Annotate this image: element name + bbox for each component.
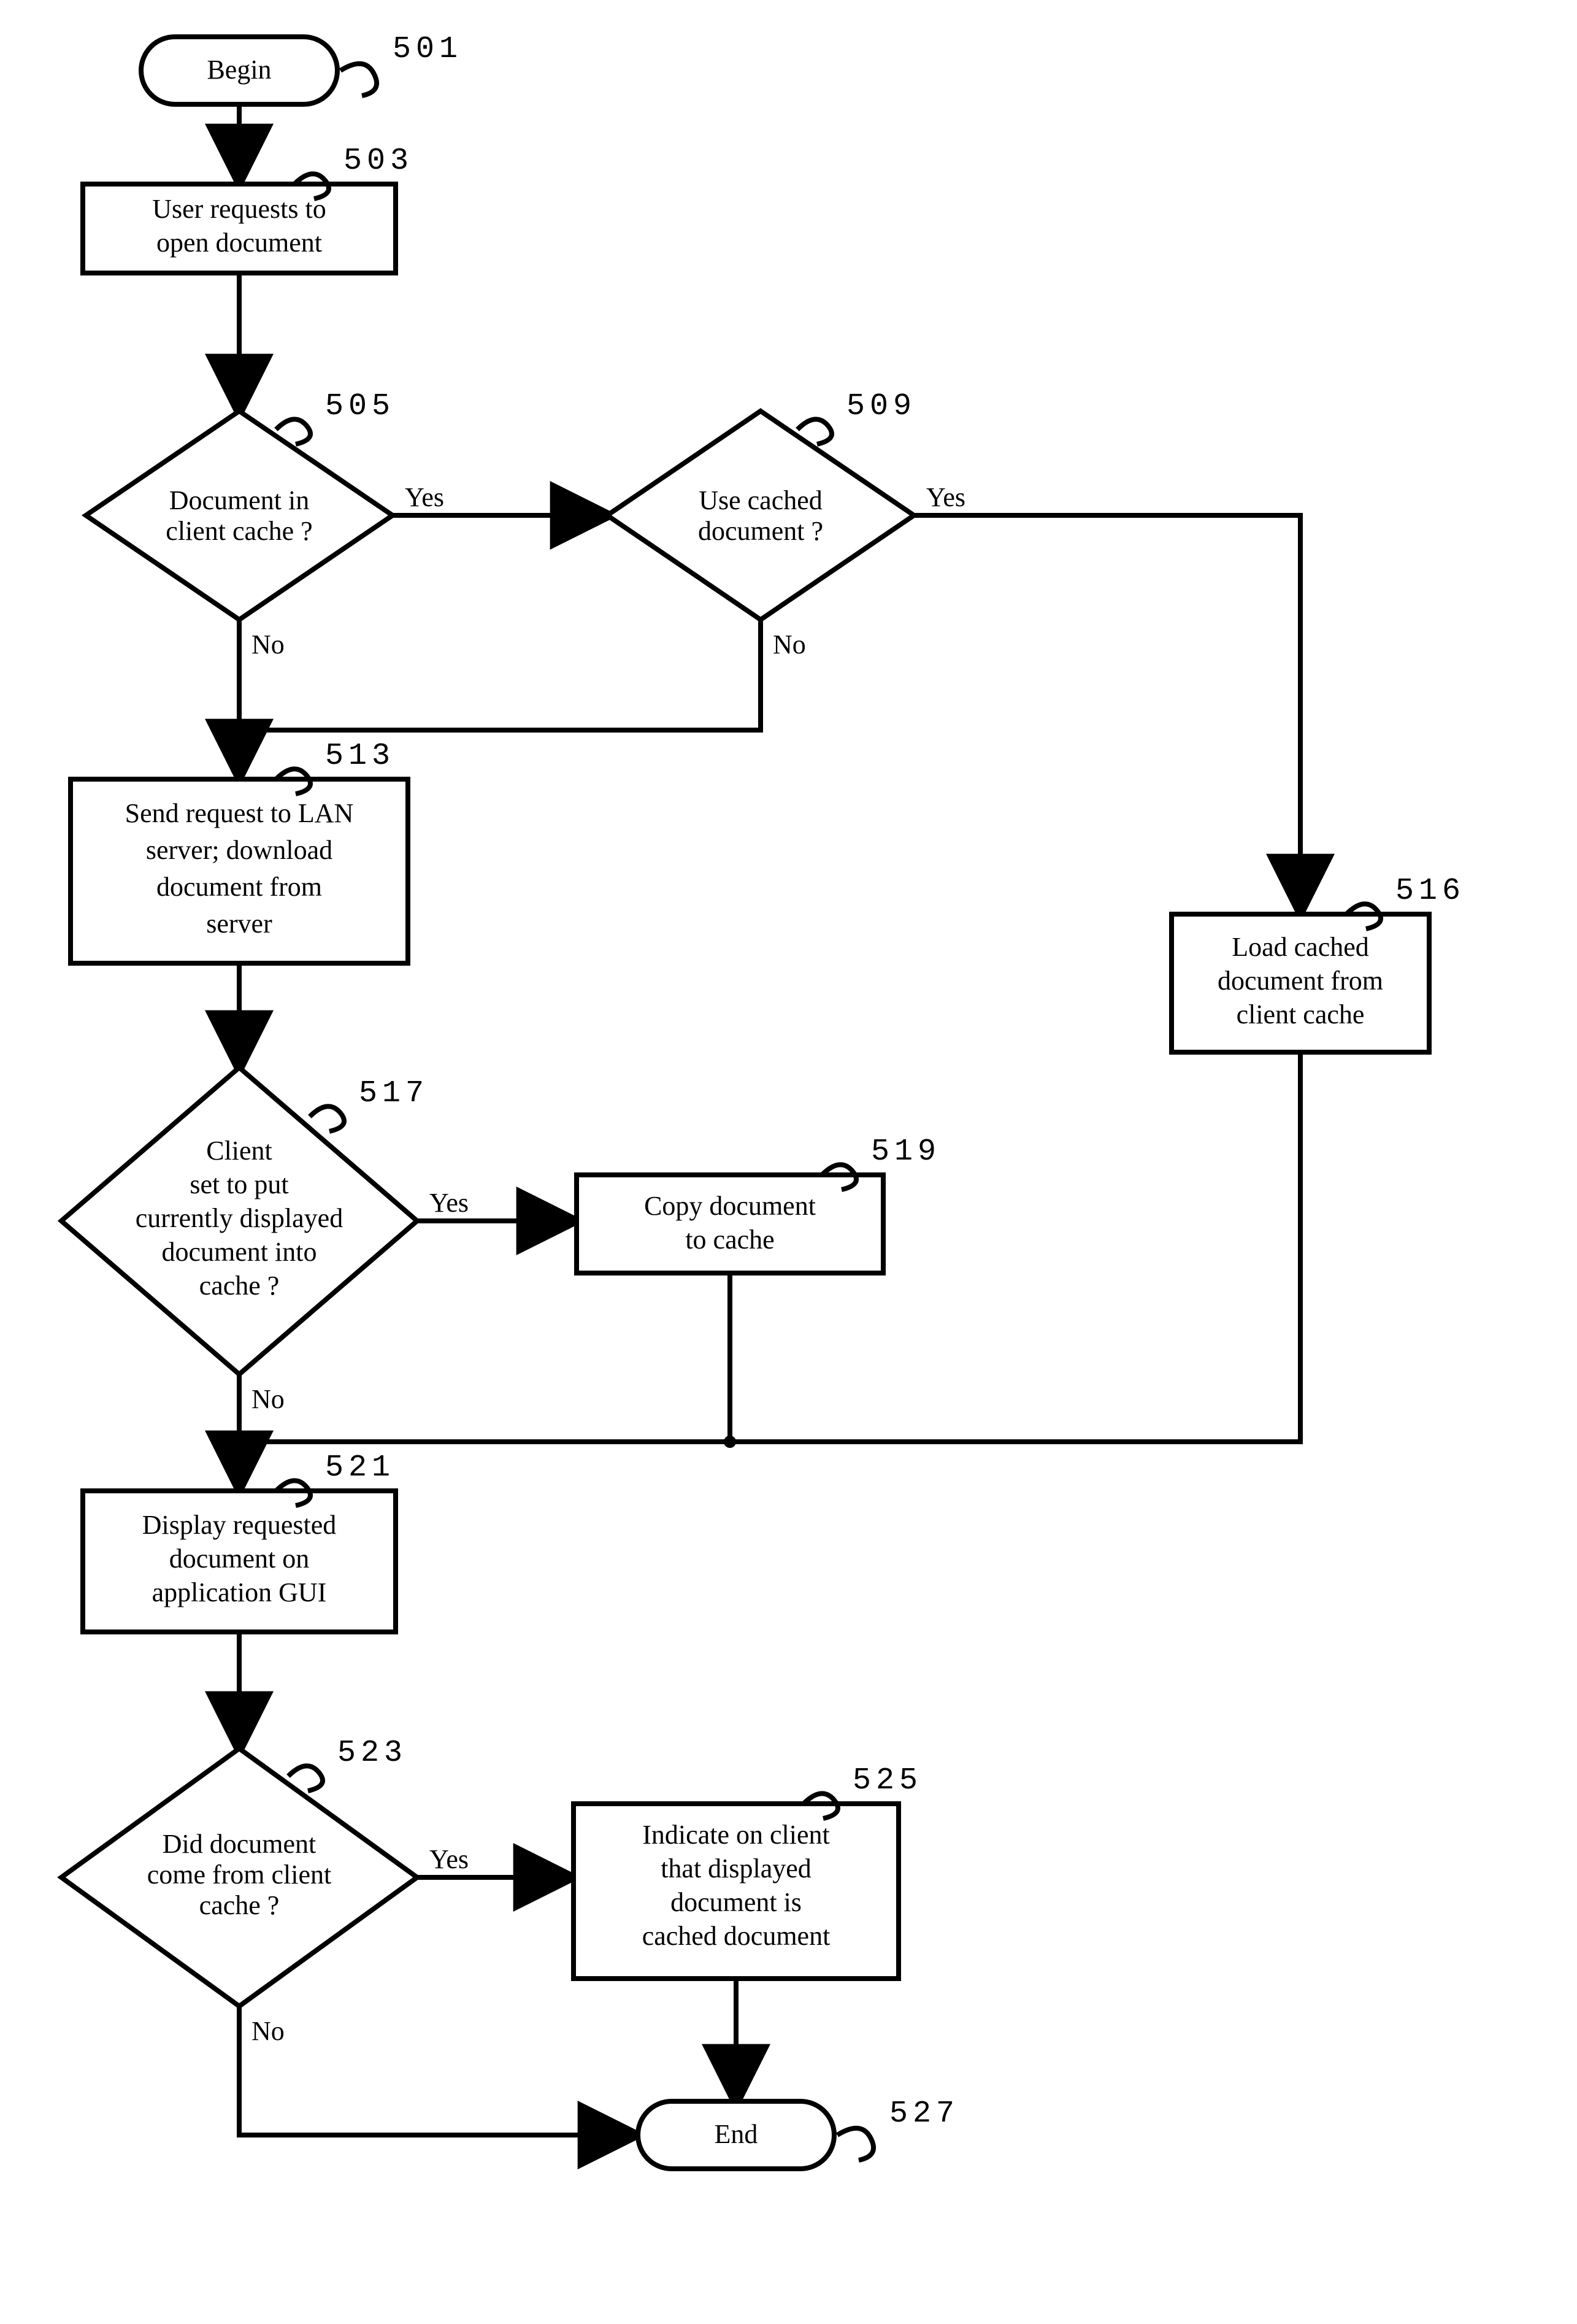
ref-517: 517 bbox=[359, 1076, 429, 1111]
node-begin: Begin bbox=[141, 37, 337, 104]
ref-519: 519 bbox=[871, 1134, 941, 1169]
svg-text:Use cached: Use cached bbox=[699, 485, 823, 515]
svg-text:cache ?: cache ? bbox=[199, 1271, 280, 1301]
svg-text:cache ?: cache ? bbox=[199, 1890, 280, 1920]
svg-text:document from: document from bbox=[1218, 966, 1383, 996]
edge-505-no: No bbox=[251, 629, 285, 660]
svg-text:document into: document into bbox=[162, 1237, 317, 1267]
svg-text:cached document: cached document bbox=[642, 1921, 831, 1951]
svg-text:document ?: document ? bbox=[698, 516, 823, 546]
svg-text:server; download: server; download bbox=[146, 835, 332, 865]
svg-text:server: server bbox=[206, 909, 272, 939]
ref-516: 516 bbox=[1395, 874, 1465, 909]
node-523: Did document come from client cache ? bbox=[61, 1749, 417, 2006]
ref-509: 509 bbox=[846, 389, 916, 424]
node-513: Send request to LAN server; download doc… bbox=[71, 779, 408, 963]
svg-text:client cache ?: client cache ? bbox=[166, 516, 312, 546]
ref-501: 501 bbox=[393, 32, 462, 67]
edge-523-yes: Yes bbox=[429, 1844, 469, 1874]
ref-513: 513 bbox=[325, 739, 395, 774]
node-end: End bbox=[638, 2101, 834, 2169]
svg-text:that displayed: that displayed bbox=[661, 1853, 812, 1883]
ref-503: 503 bbox=[343, 144, 413, 179]
svg-text:to cache: to cache bbox=[685, 1225, 774, 1255]
end-label: End bbox=[715, 2119, 758, 2149]
node-525: Indicate on client that displayed docume… bbox=[574, 1804, 899, 1979]
svg-text:Did document: Did document bbox=[163, 1829, 317, 1859]
svg-text:document is: document is bbox=[670, 1887, 802, 1917]
svg-text:Document in: Document in bbox=[169, 485, 310, 515]
svg-text:come from client: come from client bbox=[147, 1860, 332, 1890]
svg-text:currently displayed: currently displayed bbox=[136, 1203, 343, 1233]
svg-text:Copy document: Copy document bbox=[644, 1191, 816, 1221]
svg-text:Client: Client bbox=[206, 1136, 272, 1166]
node-516: Load cached document from client cache bbox=[1172, 914, 1429, 1052]
svg-text:document from: document from bbox=[156, 872, 322, 902]
node-505: Document in client cache ? bbox=[86, 411, 393, 620]
edge-517-yes: Yes bbox=[429, 1188, 469, 1218]
ref-521: 521 bbox=[325, 1450, 395, 1485]
begin-label: Begin bbox=[207, 55, 271, 85]
edge-523-no: No bbox=[251, 2016, 285, 2046]
ref-523: 523 bbox=[337, 1736, 407, 1771]
edge-509-no: No bbox=[773, 629, 806, 660]
edge-505-yes: Yes bbox=[405, 482, 444, 512]
node-503: User requests to open document bbox=[83, 184, 396, 273]
node-509: Use cached document ? bbox=[607, 411, 914, 620]
edge-509-yes: Yes bbox=[926, 482, 965, 512]
ref-505: 505 bbox=[325, 389, 395, 424]
ref-525: 525 bbox=[853, 1763, 923, 1798]
svg-text:application GUI: application GUI bbox=[152, 1577, 327, 1607]
svg-text:Display requested: Display requested bbox=[142, 1510, 336, 1540]
ref-527: 527 bbox=[889, 2096, 959, 2131]
node-521: Display requested document on applicatio… bbox=[83, 1491, 396, 1632]
flowchart: Begin 501 User requests to open document… bbox=[0, 0, 1577, 2324]
svg-text:User requests to: User requests to bbox=[152, 194, 326, 224]
edge-517-no: No bbox=[251, 1384, 285, 1414]
svg-text:set to put: set to put bbox=[190, 1169, 288, 1199]
svg-text:client cache: client cache bbox=[1237, 999, 1365, 1029]
svg-text:Load cached: Load cached bbox=[1232, 932, 1369, 962]
svg-text:Indicate on client: Indicate on client bbox=[642, 1820, 829, 1850]
node-519: Copy document to cache bbox=[577, 1175, 883, 1273]
svg-text:open document: open document bbox=[156, 228, 322, 258]
svg-text:Send request to LAN: Send request to LAN bbox=[125, 798, 354, 828]
node-517: Client set to put currently displayed do… bbox=[61, 1068, 417, 1374]
svg-text:document on: document on bbox=[169, 1544, 310, 1574]
